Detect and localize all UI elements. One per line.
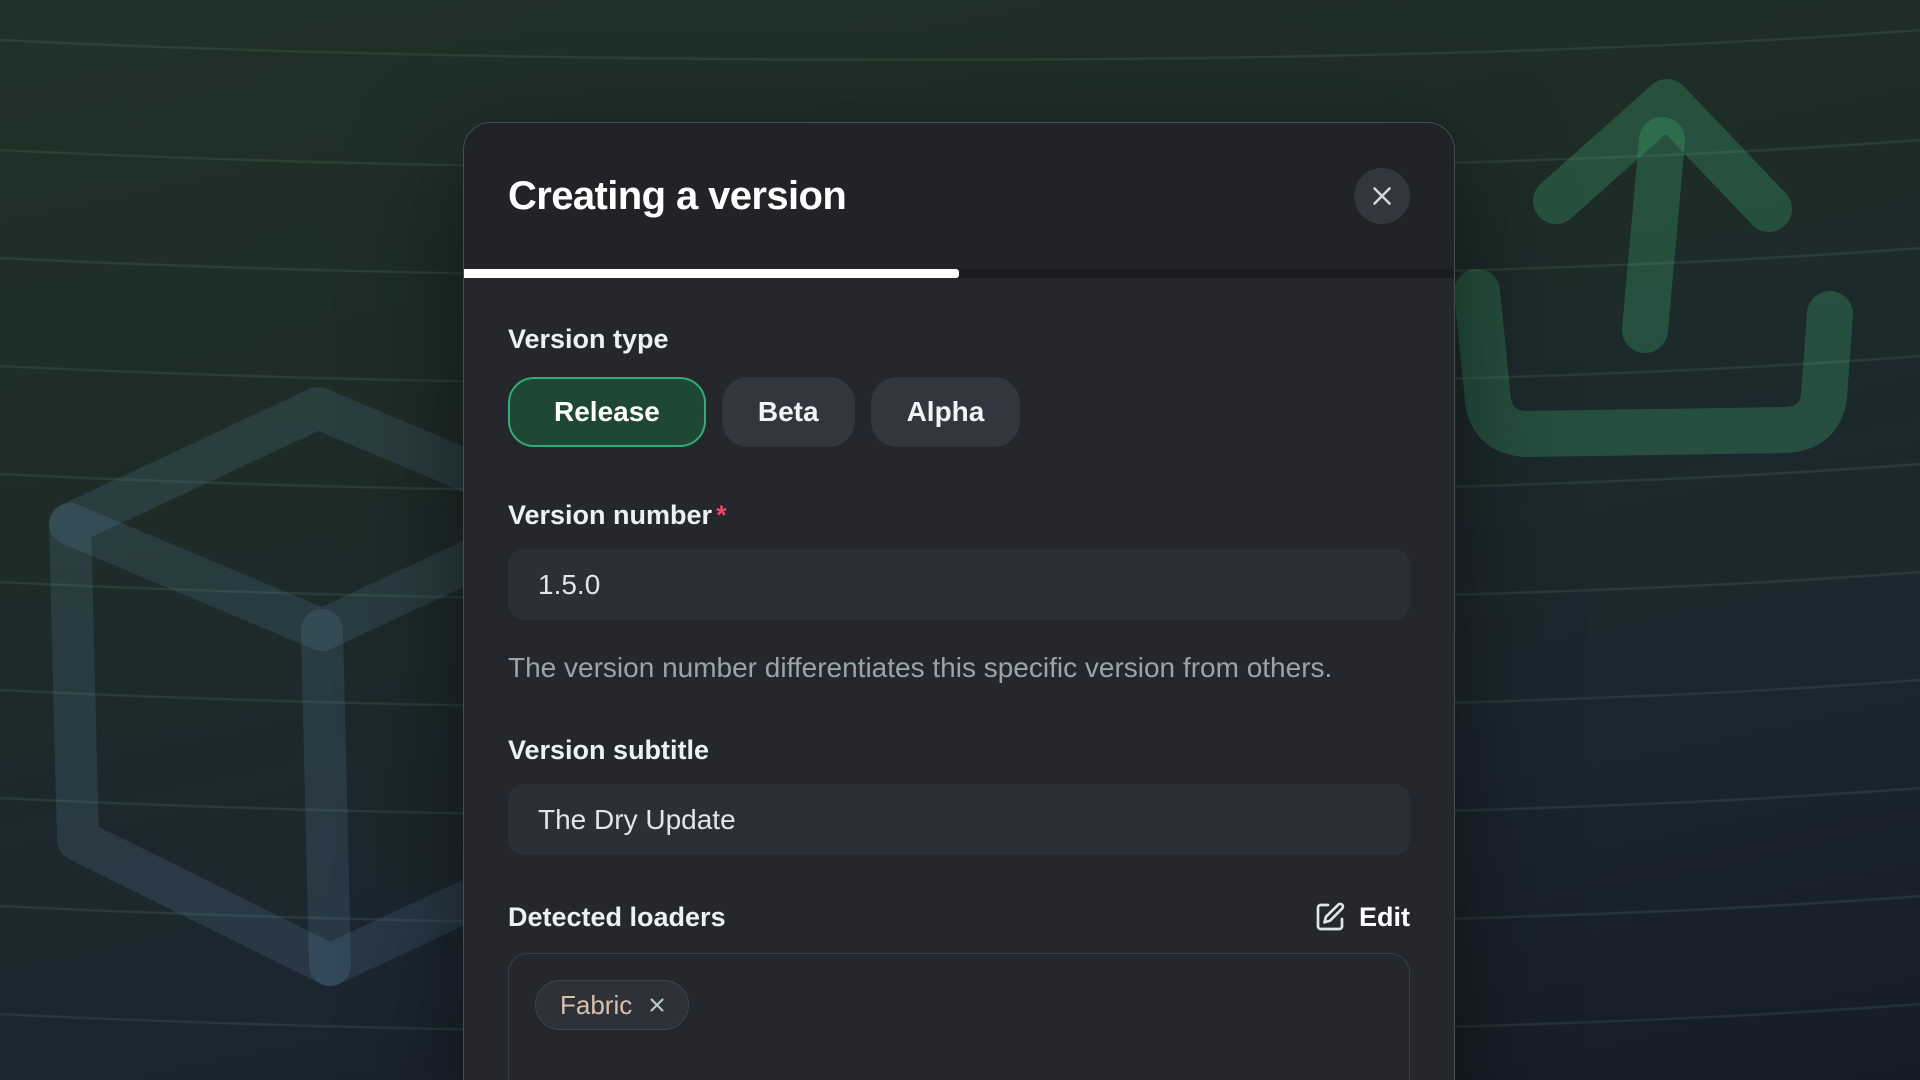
version-number-field: Version number* The version number diffe… bbox=[508, 499, 1410, 690]
modal-body: Version type Release Beta Alpha Version … bbox=[464, 278, 1454, 1080]
modal-title: Creating a version bbox=[508, 174, 846, 219]
version-number-input[interactable] bbox=[508, 549, 1410, 620]
edit-button[interactable]: Edit bbox=[1314, 901, 1410, 933]
loader-chip-fabric: Fabric bbox=[535, 980, 689, 1030]
create-version-modal: Creating a version Version type Release … bbox=[463, 122, 1455, 1080]
close-button[interactable] bbox=[1354, 168, 1410, 224]
x-icon bbox=[646, 994, 668, 1016]
version-subtitle-input[interactable] bbox=[508, 784, 1410, 855]
version-number-label: Version number* bbox=[508, 499, 1410, 531]
chip-remove-button[interactable] bbox=[646, 994, 668, 1016]
version-type-label: Version type bbox=[508, 323, 1410, 355]
pencil-square-icon bbox=[1314, 901, 1346, 933]
detected-loaders-box: Fabric bbox=[508, 953, 1410, 1080]
version-type-alpha-button[interactable]: Alpha bbox=[871, 377, 1021, 447]
detected-loaders-row: Detected loaders Edit bbox=[508, 901, 1410, 933]
version-subtitle-field: Version subtitle bbox=[508, 734, 1410, 855]
version-type-beta-button[interactable]: Beta bbox=[722, 377, 855, 447]
required-asterisk: * bbox=[716, 500, 727, 530]
version-type-options: Release Beta Alpha bbox=[508, 377, 1410, 447]
screen: Creating a version Version type Release … bbox=[0, 0, 1920, 1080]
version-number-help: The version number differentiates this s… bbox=[508, 646, 1348, 690]
progress-fill bbox=[464, 269, 959, 278]
version-type-field: Version type Release Beta Alpha bbox=[508, 323, 1410, 447]
modal-header: Creating a version bbox=[464, 123, 1454, 269]
edit-button-label: Edit bbox=[1359, 902, 1410, 933]
detected-loaders-label: Detected loaders bbox=[508, 901, 726, 933]
version-type-release-button[interactable]: Release bbox=[508, 377, 706, 447]
progress-track bbox=[464, 269, 1454, 278]
x-icon bbox=[1369, 183, 1395, 209]
version-subtitle-label: Version subtitle bbox=[508, 734, 1410, 766]
loader-chip-label: Fabric bbox=[560, 990, 632, 1021]
